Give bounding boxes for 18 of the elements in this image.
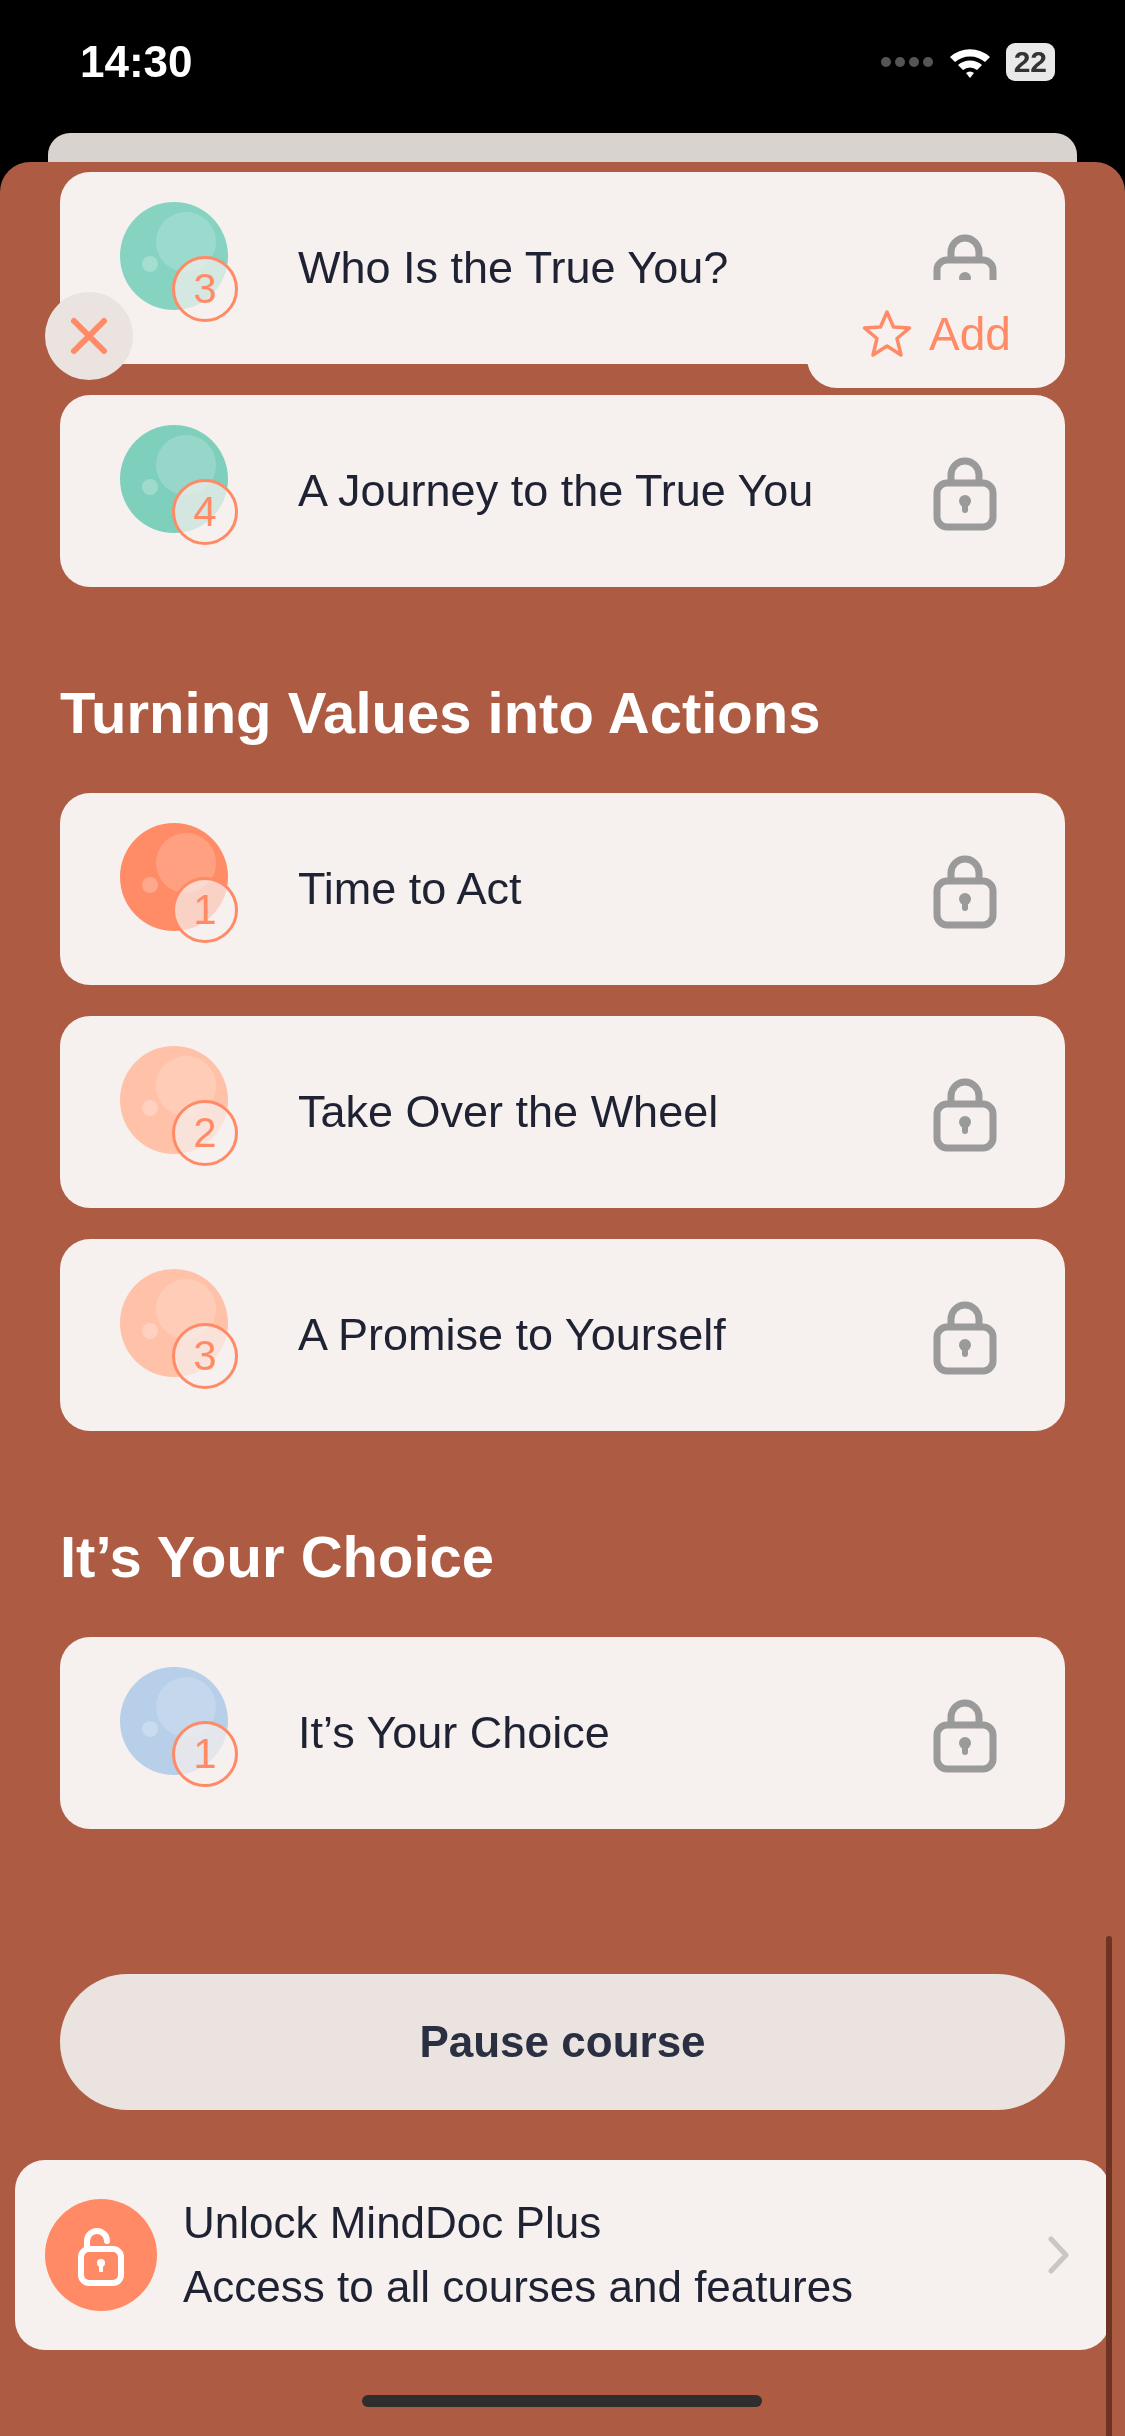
number-badge: 4	[172, 479, 238, 545]
section-heading: It’s Your Choice	[60, 1525, 495, 1589]
number-badge: 3	[172, 256, 238, 322]
clock: 14:30	[80, 36, 193, 87]
number-badge: 1	[172, 1721, 238, 1787]
lesson-title: Time to Act	[298, 863, 523, 915]
number-badge: 3	[172, 1323, 238, 1389]
lesson-title: It’s Your Choice	[298, 1707, 611, 1759]
upsell-title: Unlock MindDoc Plus	[183, 2198, 603, 2248]
lesson-title: Who Is the True You?	[298, 242, 730, 294]
battery-icon: 22	[1005, 42, 1055, 81]
lesson-title: A Promise to Yourself	[298, 1309, 727, 1361]
lesson-title: Take Over the Wheel	[298, 1086, 720, 1138]
number-badge: 1	[172, 877, 238, 943]
section-heading: Turning Values into Actions	[60, 681, 822, 745]
lesson-title: A Journey to the True You	[298, 465, 815, 517]
upsell-subtitle: Access to all courses and features	[183, 2262, 855, 2312]
number-badge: 2	[172, 1100, 238, 1166]
